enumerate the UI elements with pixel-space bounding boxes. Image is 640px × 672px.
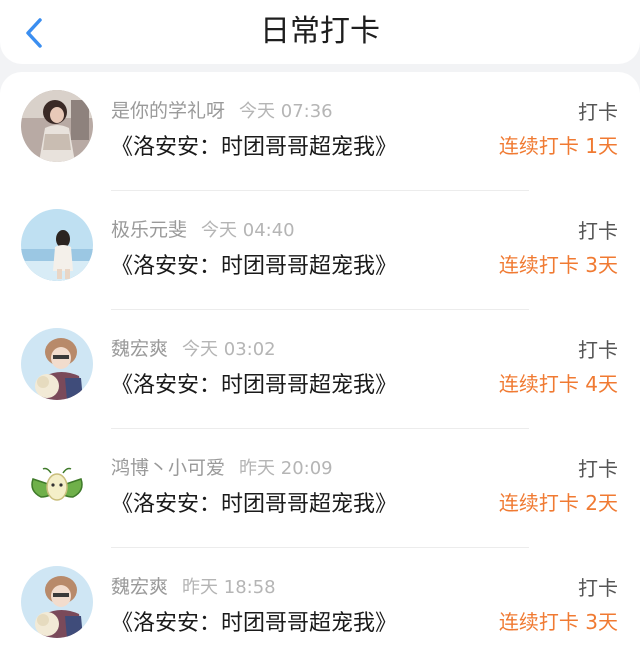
username[interactable]: 极乐元斐 — [111, 219, 187, 241]
list-item[interactable]: 是你的学礼呀 今天 07:36 《洛安安：时团哥哥超宠我》 打卡 连续打卡 1天 — [0, 72, 640, 191]
avatar[interactable] — [21, 447, 93, 519]
avatar[interactable] — [21, 209, 93, 281]
timestamp: 今天 03:02 — [182, 339, 276, 360]
timestamp: 今天 07:36 — [239, 101, 333, 122]
checkin-tag: 打卡 — [578, 576, 618, 600]
timestamp: 昨天 20:09 — [239, 458, 333, 479]
timestamp: 昨天 18:58 — [182, 577, 276, 598]
avatar[interactable] — [21, 566, 93, 638]
list-item[interactable]: 极乐元斐 今天 04:40 《洛安安：时团哥哥超宠我》 打卡 连续打卡 3天 — [0, 191, 640, 310]
streak-label: 连续打卡 3天 — [498, 610, 618, 634]
avatar[interactable] — [21, 328, 93, 400]
checkin-list: 是你的学礼呀 今天 07:36 《洛安安：时团哥哥超宠我》 打卡 连续打卡 1天 … — [0, 72, 640, 672]
username[interactable]: 是你的学礼呀 — [111, 100, 225, 122]
checkin-tag: 打卡 — [578, 338, 618, 362]
book-title[interactable]: 《洛安安：时团哥哥超宠我》 — [111, 248, 397, 280]
list-item[interactable]: 魏宏爽 今天 03:02 《洛安安：时团哥哥超宠我》 打卡 连续打卡 4天 — [0, 310, 640, 429]
avatar[interactable] — [21, 90, 93, 162]
page-title: 日常打卡 — [260, 14, 380, 49]
timestamp: 今天 04:40 — [201, 220, 295, 241]
streak-label: 连续打卡 2天 — [498, 491, 618, 515]
streak-label: 连续打卡 4天 — [498, 372, 618, 396]
book-title[interactable]: 《洛安安：时团哥哥超宠我》 — [111, 486, 397, 518]
header-bar: 日常打卡 — [0, 0, 640, 64]
username[interactable]: 鸿博丶小可爱 — [111, 457, 225, 479]
checkin-tag: 打卡 — [578, 457, 618, 481]
book-title[interactable]: 《洛安安：时团哥哥超宠我》 — [111, 129, 397, 161]
streak-label: 连续打卡 3天 — [498, 253, 618, 277]
book-title[interactable]: 《洛安安：时团哥哥超宠我》 — [111, 367, 397, 399]
streak-label: 连续打卡 1天 — [498, 134, 618, 158]
book-title[interactable]: 《洛安安：时团哥哥超宠我》 — [111, 605, 397, 637]
username[interactable]: 魏宏爽 — [111, 576, 168, 598]
checkin-tag: 打卡 — [578, 100, 618, 124]
list-item[interactable]: 魏宏爽 昨天 18:58 《洛安安：时团哥哥超宠我》 打卡 连续打卡 3天 — [0, 548, 640, 667]
list-item[interactable]: 鸿博丶小可爱 昨天 20:09 《洛安安：时团哥哥超宠我》 打卡 连续打卡 2天 — [0, 429, 640, 548]
checkin-tag: 打卡 — [578, 219, 618, 243]
username[interactable]: 魏宏爽 — [111, 338, 168, 360]
